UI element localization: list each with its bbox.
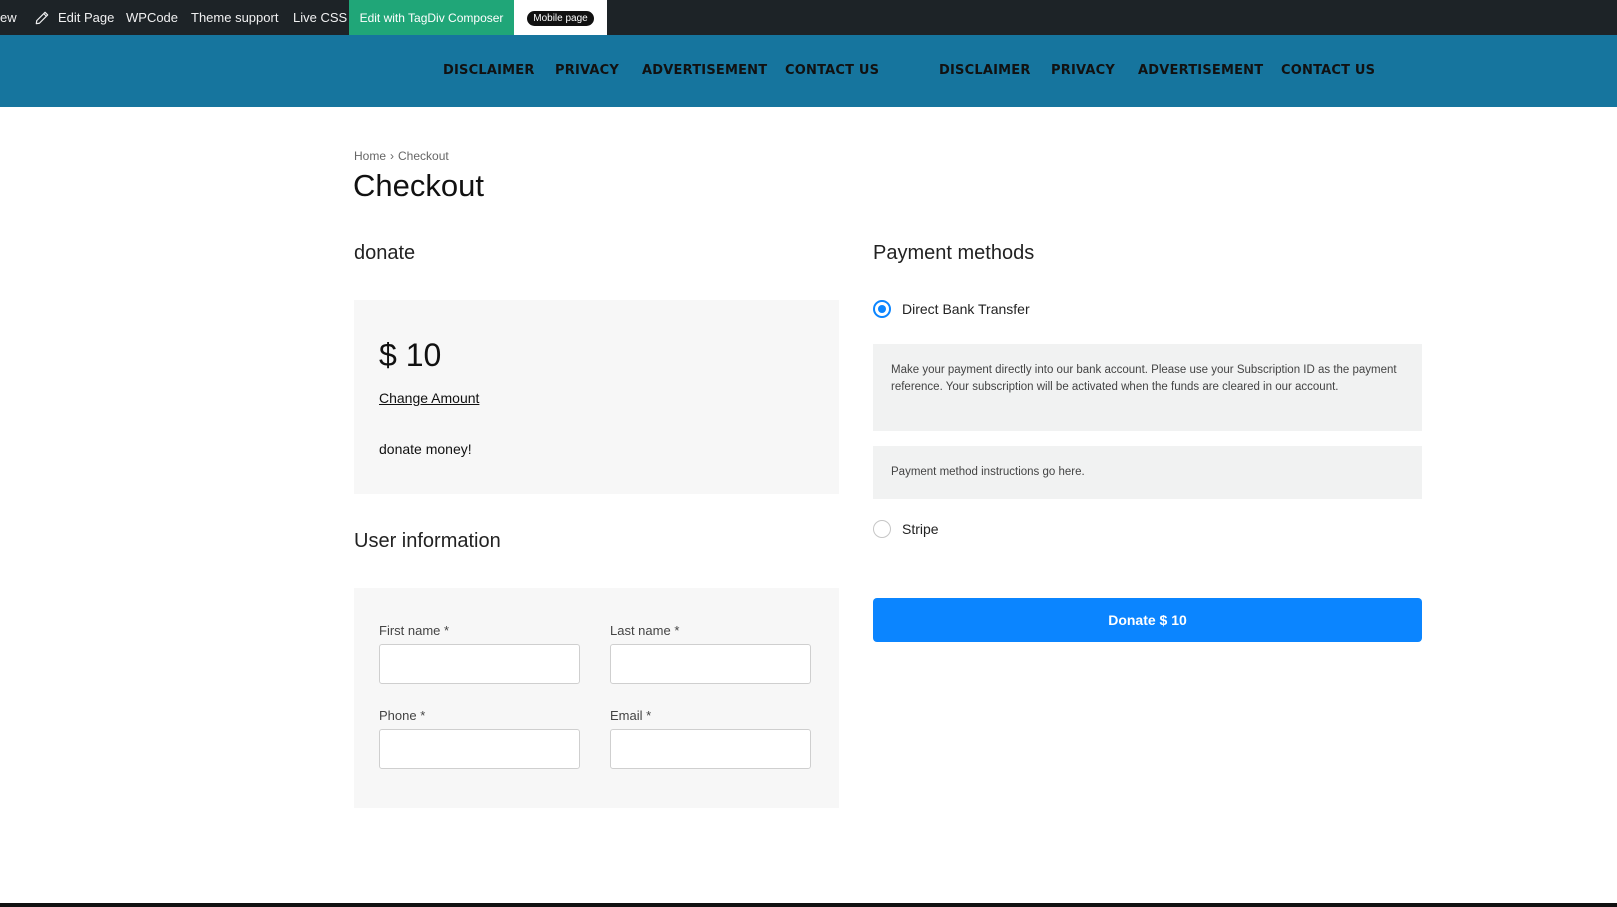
admin-bar-theme-support[interactable]: Theme support bbox=[191, 0, 278, 35]
breadcrumb-current: Checkout bbox=[398, 149, 449, 163]
payment-section-title: Payment methods bbox=[873, 242, 1035, 264]
donation-summary: $ 10 Change Amount donate money! bbox=[354, 300, 839, 494]
bottom-divider bbox=[0, 903, 1617, 907]
nav-advertisement[interactable]: ADVERTISEMENT bbox=[642, 63, 767, 78]
last-name-field[interactable] bbox=[610, 644, 811, 684]
admin-bar-edit-page[interactable]: Edit Page bbox=[58, 0, 114, 35]
mobile-page-badge[interactable]: Mobile page bbox=[527, 11, 594, 26]
mobile-page-item[interactable]: Mobile page bbox=[514, 0, 607, 35]
donation-amount: $ 10 bbox=[379, 337, 442, 373]
change-amount-link[interactable]: Change Amount bbox=[379, 390, 479, 406]
bank-transfer-radio[interactable] bbox=[873, 300, 891, 318]
admin-bar: ew Edit Page WPCode Theme support Live C… bbox=[0, 0, 1617, 35]
phone-field[interactable] bbox=[379, 729, 580, 769]
bank-transfer-description: Make your payment directly into our bank… bbox=[873, 344, 1422, 431]
nav-contact-us[interactable]: CONTACT US bbox=[785, 63, 879, 78]
breadcrumb-separator: › bbox=[390, 149, 395, 163]
first-name-field[interactable] bbox=[379, 644, 580, 684]
nav-privacy[interactable]: PRIVACY bbox=[1051, 63, 1115, 78]
nav-advertisement[interactable]: ADVERTISEMENT bbox=[1138, 63, 1263, 78]
tagdiv-composer-button[interactable]: Edit with TagDiv Composer bbox=[349, 0, 514, 35]
first-name-label: First name * bbox=[379, 623, 450, 638]
nav-disclaimer[interactable]: DISCLAIMER bbox=[443, 63, 535, 78]
pencil-icon[interactable] bbox=[35, 11, 49, 25]
admin-bar-wpcode[interactable]: WPCode bbox=[126, 0, 178, 35]
donate-section-title: donate bbox=[354, 242, 416, 264]
donation-description: donate money! bbox=[379, 441, 472, 457]
admin-bar-live-css[interactable]: Live CSS bbox=[293, 0, 347, 35]
nav-contact-us[interactable]: CONTACT US bbox=[1281, 63, 1375, 78]
payment-instructions: Payment method instructions go here. bbox=[873, 446, 1422, 499]
stripe-label[interactable]: Stripe bbox=[902, 521, 939, 537]
stripe-radio[interactable] bbox=[873, 520, 891, 538]
last-name-label: Last name * bbox=[610, 623, 680, 638]
page-title: Checkout bbox=[353, 168, 484, 203]
admin-bar-view[interactable]: ew bbox=[0, 0, 17, 35]
main-navigation: DISCLAIMER PRIVACY ADVERTISEMENT CONTACT… bbox=[0, 35, 1617, 107]
email-label: Email * bbox=[610, 708, 652, 723]
breadcrumb: Home › Checkout bbox=[354, 149, 449, 163]
phone-label: Phone * bbox=[379, 708, 426, 723]
user-info-form: First name * Last name * Phone * Email * bbox=[354, 588, 839, 808]
nav-disclaimer[interactable]: DISCLAIMER bbox=[939, 63, 1031, 78]
nav-privacy[interactable]: PRIVACY bbox=[555, 63, 619, 78]
breadcrumb-home[interactable]: Home bbox=[354, 149, 386, 163]
donate-button[interactable]: Donate $ 10 bbox=[873, 598, 1422, 642]
email-field[interactable] bbox=[610, 729, 811, 769]
bank-transfer-label[interactable]: Direct Bank Transfer bbox=[902, 301, 1030, 317]
user-info-section-title: User information bbox=[354, 530, 501, 552]
